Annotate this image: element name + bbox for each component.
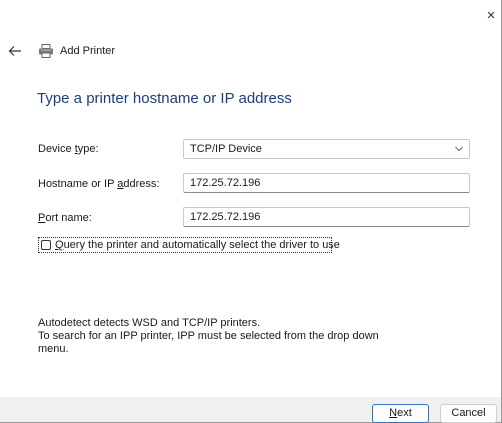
device-type-value: TCP/IP Device xyxy=(190,143,262,155)
cancel-button[interactable]: Cancel xyxy=(440,404,497,423)
query-printer-checkbox-row[interactable]: Query the printer and automatically sele… xyxy=(38,237,340,253)
page-title: Type a printer hostname or IP address xyxy=(37,90,292,107)
info-text-line3: menu. xyxy=(38,343,69,355)
back-arrow-icon[interactable] xyxy=(8,44,22,58)
next-button[interactable]: Next xyxy=(372,404,429,423)
hostname-input[interactable]: 172.25.72.196 xyxy=(183,173,470,193)
chevron-down-icon xyxy=(455,146,463,152)
port-name-label: Port name: xyxy=(38,212,92,224)
info-text-line1: Autodetect detects WSD and TCP/IP printe… xyxy=(38,317,261,329)
add-printer-window: × Add Printer Type a printer hostname or… xyxy=(0,0,502,423)
port-name-input[interactable]: 172.25.72.196 xyxy=(183,207,470,227)
window-title: Add Printer xyxy=(60,45,116,57)
query-printer-checkbox-label[interactable]: Query the printer and automatically sele… xyxy=(55,239,340,251)
info-text-line2: To search for an IPP printer, IPP must b… xyxy=(38,330,379,342)
device-type-label: Device type: xyxy=(38,143,99,155)
query-printer-checkbox[interactable] xyxy=(41,240,51,250)
hostname-label: Hostname or IP address: xyxy=(38,178,160,190)
close-icon[interactable]: × xyxy=(484,8,498,23)
printer-icon xyxy=(39,44,53,58)
device-type-select[interactable]: TCP/IP Device xyxy=(183,139,470,159)
